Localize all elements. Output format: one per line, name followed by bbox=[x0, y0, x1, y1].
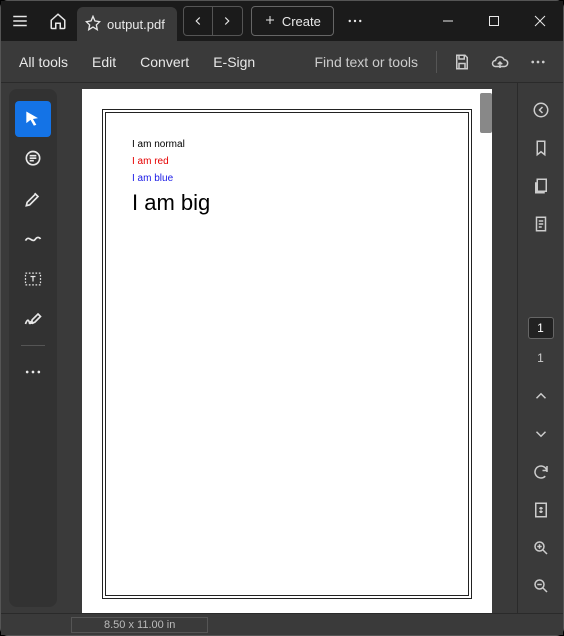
find-tool[interactable]: Find text or tools bbox=[315, 54, 429, 70]
body: I am normal I am red I am blue I am big bbox=[1, 83, 563, 613]
text-line-normal: I am normal bbox=[132, 139, 210, 150]
find-label: Find text or tools bbox=[315, 54, 419, 70]
page-count: 1 bbox=[537, 351, 544, 365]
close-button[interactable] bbox=[517, 1, 563, 41]
status-bar: 8.50 x 11.00 in bbox=[1, 613, 563, 635]
page-wrap: I am normal I am red I am blue I am big bbox=[82, 89, 492, 613]
left-toolbar bbox=[9, 89, 57, 607]
create-label: Create bbox=[282, 14, 321, 29]
nav-back-button[interactable] bbox=[183, 6, 213, 36]
home-button[interactable] bbox=[39, 1, 77, 41]
titlebar-overflow-button[interactable] bbox=[340, 12, 370, 30]
page-number-input[interactable]: 1 bbox=[528, 317, 554, 339]
page-up-button[interactable] bbox=[524, 379, 558, 413]
minimize-button[interactable] bbox=[425, 1, 471, 41]
nav-arrows bbox=[183, 6, 243, 36]
page-dimensions: 8.50 x 11.00 in bbox=[71, 617, 208, 633]
highlight-tool[interactable] bbox=[15, 181, 51, 217]
save-button[interactable] bbox=[445, 45, 479, 79]
maximize-button[interactable] bbox=[471, 1, 517, 41]
zoom-out-button[interactable] bbox=[524, 569, 558, 603]
fit-page-button[interactable] bbox=[524, 493, 558, 527]
comment-tool[interactable] bbox=[15, 141, 51, 177]
page-down-button[interactable] bbox=[524, 417, 558, 451]
text-line-red: I am red bbox=[132, 156, 210, 167]
menu-edit[interactable]: Edit bbox=[82, 48, 126, 76]
title-bar: output.pdf Create bbox=[1, 1, 563, 41]
menu-convert[interactable]: Convert bbox=[130, 48, 199, 76]
draw-tool[interactable] bbox=[15, 221, 51, 257]
create-button[interactable]: Create bbox=[251, 6, 334, 36]
menu-overflow-button[interactable] bbox=[521, 45, 555, 79]
document-area[interactable]: I am normal I am red I am blue I am big bbox=[57, 83, 517, 613]
text-tool[interactable] bbox=[15, 261, 51, 297]
page-content: I am normal I am red I am blue I am big bbox=[132, 139, 210, 216]
document-button[interactable] bbox=[524, 207, 558, 241]
text-line-blue: I am blue bbox=[132, 173, 210, 184]
star-icon bbox=[85, 15, 101, 34]
app-window: output.pdf Create bbox=[0, 0, 564, 636]
cloud-button[interactable] bbox=[483, 45, 517, 79]
right-toolbar: 1 1 bbox=[517, 83, 563, 613]
sign-tool[interactable] bbox=[15, 301, 51, 337]
panel-toggle-button[interactable] bbox=[524, 93, 558, 127]
hamburger-button[interactable] bbox=[1, 1, 39, 41]
menu-all-tools[interactable]: All tools bbox=[9, 48, 78, 76]
nav-forward-button[interactable] bbox=[213, 6, 243, 36]
select-tool[interactable] bbox=[15, 101, 51, 137]
page: I am normal I am red I am blue I am big bbox=[82, 89, 492, 613]
toolbar-divider bbox=[21, 345, 45, 346]
pages-button[interactable] bbox=[524, 169, 558, 203]
more-tools-button[interactable] bbox=[15, 354, 51, 390]
zoom-in-button[interactable] bbox=[524, 531, 558, 565]
document-tab[interactable]: output.pdf bbox=[77, 7, 177, 41]
divider bbox=[436, 51, 437, 73]
menu-bar: All tools Edit Convert E-Sign Find text … bbox=[1, 41, 563, 83]
rotate-button[interactable] bbox=[524, 455, 558, 489]
plus-icon bbox=[264, 14, 276, 29]
text-line-big: I am big bbox=[132, 190, 210, 216]
bookmark-button[interactable] bbox=[524, 131, 558, 165]
tab-label: output.pdf bbox=[107, 17, 165, 32]
menu-esign[interactable]: E-Sign bbox=[203, 48, 265, 76]
scrollbar-thumb[interactable] bbox=[480, 93, 492, 133]
